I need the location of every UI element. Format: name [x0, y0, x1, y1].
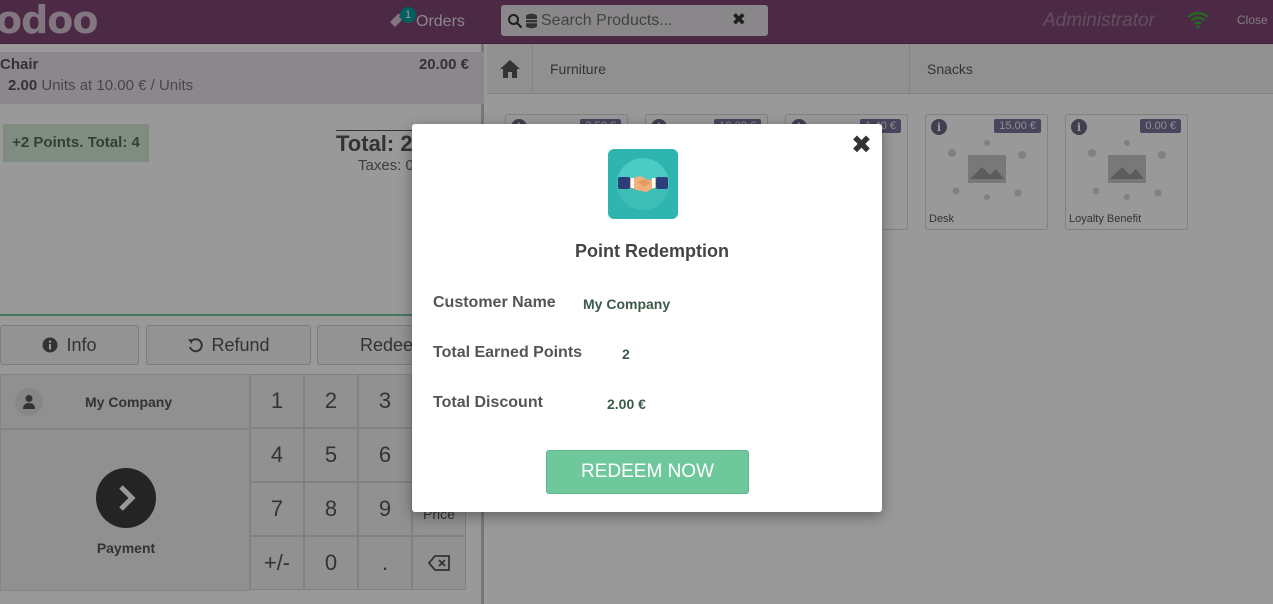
handshake-icon — [608, 149, 678, 219]
dialog-title: Point Redemption — [575, 241, 729, 261]
close-icon[interactable]: ✖ — [851, 130, 872, 160]
redeem-now-button[interactable]: REDEEM NOW — [546, 450, 749, 494]
customer-name-value: My Company — [583, 296, 671, 312]
customer-name-label: Customer Name — [433, 294, 556, 311]
earned-points-value: 2 — [622, 346, 630, 362]
total-discount-value: 2.00 € — [607, 396, 646, 412]
total-discount-label: Total Discount — [433, 394, 543, 411]
point-redemption-dialog: ✖ Point Redemption Customer Name My Comp… — [412, 124, 882, 512]
earned-points-label: Total Earned Points — [433, 344, 583, 361]
